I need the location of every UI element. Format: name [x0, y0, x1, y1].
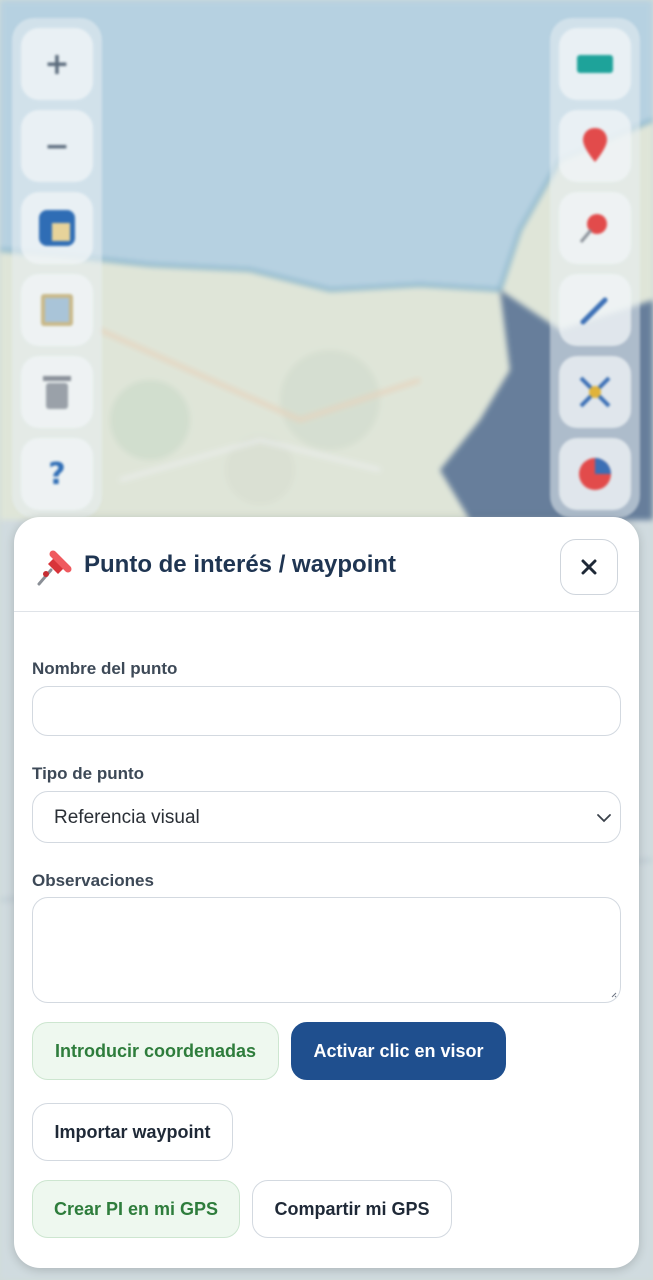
zoom-out-icon: − [44, 128, 70, 164]
pushpin-icon [579, 214, 607, 243]
map-toolbar-right [550, 18, 640, 518]
close-button[interactable] [560, 539, 618, 595]
zoom-in-icon: + [44, 46, 70, 82]
waypoint-dialog: Punto de interés / waypoint Nombre del p… [14, 517, 639, 1268]
map-toolbar-left: + − ? [12, 18, 102, 518]
create-poi-gps-button[interactable]: Crear PI en mi GPS [32, 1180, 240, 1238]
close-icon [581, 559, 597, 575]
network-button[interactable] [559, 356, 631, 428]
map-sheet-button[interactable] [21, 274, 93, 346]
help-button[interactable]: ? [21, 438, 93, 510]
type-select-value: Referencia visual [54, 807, 200, 828]
map-marker-icon [583, 128, 607, 162]
activate-map-click-button[interactable]: Activar clic en visor [291, 1022, 506, 1080]
notes-textarea[interactable] [32, 897, 621, 1003]
name-input[interactable] [32, 686, 621, 736]
layers-button[interactable] [21, 192, 93, 264]
dialog-title: Punto de interés / waypoint [84, 551, 397, 578]
zoom-out-button[interactable]: − [21, 110, 93, 182]
chart-icon [579, 458, 611, 490]
ruler-icon [577, 55, 613, 73]
draw-icon [580, 297, 608, 325]
pin-button[interactable] [559, 192, 631, 264]
type-select[interactable]: Referencia visual [32, 791, 621, 843]
delete-button[interactable] [21, 356, 93, 428]
share-gps-button[interactable]: Compartir mi GPS [252, 1180, 452, 1238]
chart-button[interactable] [559, 438, 631, 510]
chevron-down-icon [597, 814, 611, 823]
type-label: Tipo de punto [32, 764, 145, 783]
marker-button[interactable] [559, 110, 631, 182]
resize-handle-icon[interactable] [611, 992, 617, 998]
enter-coordinates-button[interactable]: Introducir coordenadas [32, 1022, 279, 1080]
help-icon: ? [48, 456, 66, 492]
measure-button[interactable] [559, 28, 631, 100]
draw-button[interactable] [559, 274, 631, 346]
map-sheet-icon [41, 294, 73, 326]
notes-label: Observaciones [32, 871, 154, 890]
layers-icon [39, 210, 75, 246]
trash-icon [43, 376, 71, 409]
pushpin-icon [37, 550, 72, 586]
dialog-header: Punto de interés / waypoint [14, 517, 639, 612]
network-icon [579, 376, 611, 408]
import-waypoint-button[interactable]: Importar waypoint [32, 1103, 233, 1161]
name-label: Nombre del punto [32, 659, 178, 678]
zoom-in-button[interactable]: + [21, 28, 93, 100]
